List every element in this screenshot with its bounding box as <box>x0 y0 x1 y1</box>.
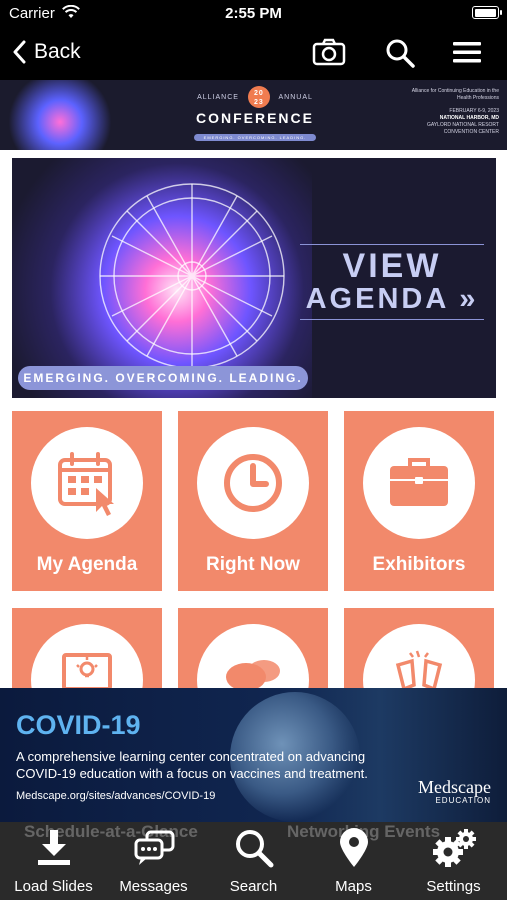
agenda-tagline-pill: EMERGING. OVERCOMING. LEADING. <box>18 366 308 390</box>
divider <box>300 244 484 245</box>
tile-label: Right Now <box>206 554 300 575</box>
view-agenda-line1: VIEW <box>342 247 442 285</box>
ad-url: Medscape.org/sites/advances/COVID-19 <box>16 790 216 802</box>
view-agenda-banner[interactable]: VIEW AGENDA » EMERGING. OVERCOMING. LEAD… <box>12 158 496 398</box>
download-icon <box>37 830 70 865</box>
conference-logo: ALLIANCE 20 23 ANNUAL CONFERENCE EMERGIN… <box>170 86 340 144</box>
event-location: NATIONAL HARBOR, MD <box>439 115 499 121</box>
messages-icon <box>134 830 174 865</box>
map-pin-icon <box>339 828 368 867</box>
tile-right-now[interactable]: Right Now <box>178 411 328 591</box>
alliance-word: ALLIANCE <box>197 93 239 101</box>
tile-exhibitors[interactable]: Exhibitors <box>344 411 494 591</box>
search-button[interactable] <box>383 36 417 68</box>
gear-icon <box>432 829 476 867</box>
battery-icon <box>472 6 502 19</box>
status-bar: Carrier 2:55 PM <box>0 0 507 28</box>
back-label: Back <box>34 40 81 63</box>
tab-label: Messages <box>119 878 188 895</box>
event-dates: FEBRUARY 6-9, 2023 <box>449 108 499 114</box>
annual-word: ANNUAL <box>278 93 313 101</box>
medscape-logo: Medscape EDUCATION <box>418 778 491 805</box>
back-button[interactable]: Back <box>12 36 81 68</box>
conference-tagline: EMERGING. OVERCOMING. LEADING. <box>193 134 317 141</box>
tab-label: Maps <box>335 878 372 895</box>
status-time: 2:55 PM <box>225 5 282 22</box>
tab-label: Search <box>229 878 278 895</box>
search-icon <box>386 39 415 68</box>
tab-label: Settings <box>426 878 481 895</box>
divider <box>300 319 484 320</box>
ad-description: A comprehensive learning center concentr… <box>16 749 368 781</box>
ferris-wheel-thumbnail <box>0 80 120 150</box>
ferris-wheel-illustration <box>99 183 285 366</box>
brand-name: Medscape <box>418 777 491 797</box>
battery-fill <box>474 8 496 17</box>
camera-icon <box>312 38 346 66</box>
tab-messages[interactable]: Messages <box>103 828 204 898</box>
tile-label: Exhibitors <box>372 554 466 575</box>
conference-title: CONFERENCE <box>195 110 314 126</box>
event-venue: GAYLORD NATIONAL RESORT CONVENTION CENTE… <box>426 122 499 135</box>
tile-label: My Agenda <box>36 554 138 575</box>
clock-icon <box>224 454 282 512</box>
tile-my-agenda[interactable]: My Agenda <box>12 411 162 591</box>
view-agenda-line2: AGENDA » <box>305 283 479 315</box>
ad-title: COVID-19 <box>16 710 141 740</box>
top-bar: Carrier 2:55 PM Back <box>0 0 507 80</box>
tab-label: Load Slides <box>14 878 93 895</box>
menu-icon <box>453 42 481 63</box>
org-name: Alliance for Continuing Education in the… <box>411 88 499 101</box>
camera-button[interactable] <box>312 36 346 68</box>
menu-button[interactable] <box>450 36 484 68</box>
search-icon <box>235 830 273 868</box>
view-agenda-text: VIEW AGENDA » <box>292 240 492 324</box>
tab-load-slides[interactable]: Load Slides <box>3 828 104 898</box>
briefcase-icon <box>390 458 448 506</box>
brand-sub: EDUCATION <box>435 796 491 805</box>
conference-header-banner: ALLIANCE 20 23 ANNUAL CONFERENCE EMERGIN… <box>0 80 507 150</box>
year-badge: 20 23 <box>247 86 270 108</box>
chevron-left-icon <box>13 40 26 64</box>
app-screen: Carrier 2:55 PM Back ALLIANCE 20 23 ANNU… <box>0 0 507 900</box>
tab-search[interactable]: Search <box>203 828 304 898</box>
event-details: Alliance for Continuing Education in the… <box>399 88 499 136</box>
calendar-icon <box>58 452 114 516</box>
tab-maps[interactable]: Maps <box>303 828 404 898</box>
covid-ad-banner[interactable]: COVID-19 A comprehensive learning center… <box>0 688 507 822</box>
bottom-tab-bar: Schedule-at-a-Glance Networking Events L… <box>0 822 507 900</box>
tab-settings[interactable]: Settings <box>403 828 504 898</box>
